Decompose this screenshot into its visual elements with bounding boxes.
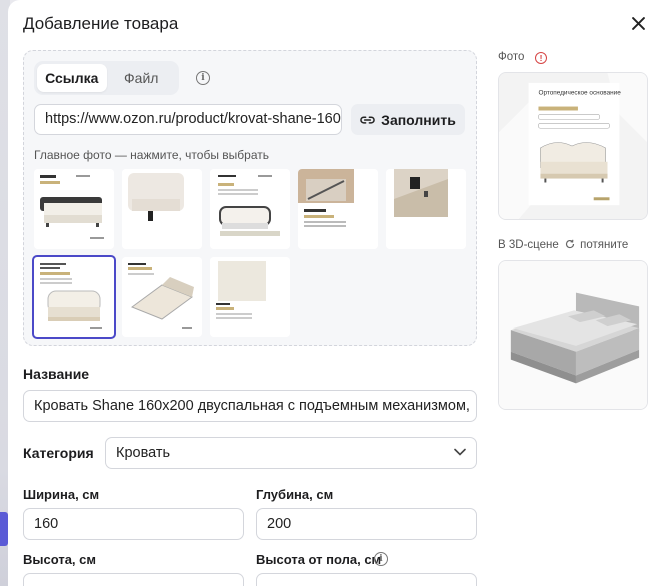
- name-input[interactable]: Кровать Shane 160х200 двуспальная с подъ…: [23, 390, 477, 422]
- 3d-scene-viewer[interactable]: [498, 260, 648, 410]
- depth-input[interactable]: 200: [256, 508, 477, 540]
- close-button[interactable]: [627, 12, 649, 34]
- height-label: Высота, см: [23, 552, 97, 567]
- close-icon: [631, 16, 645, 30]
- preview-heading: Ортопедическое основание: [538, 90, 621, 97]
- modal-title: Добавление товара: [23, 14, 179, 33]
- info-icon[interactable]: i: [374, 552, 388, 566]
- photo-thumbnail[interactable]: [122, 257, 202, 337]
- depth-label: Глубина, см: [256, 487, 334, 502]
- fabric-photo-image: [210, 257, 290, 337]
- photo-label: Фото: [498, 51, 525, 63]
- bed-photo-image: [34, 169, 114, 249]
- tab-file[interactable]: Файл: [107, 64, 177, 92]
- info-icon[interactable]: i: [196, 71, 210, 85]
- alert-icon[interactable]: !: [535, 52, 547, 64]
- add-product-modal: Добавление товара Ссылка Файл i https://…: [8, 0, 667, 586]
- scene-label: В 3D-сцене потяните: [498, 239, 628, 251]
- link-icon: [360, 115, 375, 124]
- tab-link[interactable]: Ссылка: [37, 64, 107, 92]
- category-label: Категория: [23, 445, 94, 461]
- bed-photo-image: [298, 169, 378, 249]
- photo-thumbnail[interactable]: [210, 169, 290, 249]
- photo-thumbnail[interactable]: [298, 169, 378, 249]
- bed-photo-image: [386, 169, 466, 249]
- photo-thumbnail[interactable]: [386, 169, 466, 249]
- name-label: Название: [23, 366, 90, 382]
- bed-photo-image: [34, 257, 114, 337]
- photo-source-panel: Ссылка Файл i https://www.ozon.ru/produc…: [23, 50, 477, 346]
- photo-thumbnail[interactable]: [122, 169, 202, 249]
- main-photo-preview[interactable]: Ортопедическое основание: [498, 72, 648, 220]
- fill-button[interactable]: Заполнить: [351, 104, 465, 135]
- bed-photo-image: [122, 169, 202, 249]
- bed-photo-image: [210, 169, 290, 249]
- category-select[interactable]: Кровать: [105, 437, 477, 469]
- width-label: Ширина, см: [23, 487, 100, 502]
- scene-label-text: В 3D-сцене: [498, 239, 559, 251]
- height-input[interactable]: [23, 573, 244, 586]
- main-photo-hint: Главное фото — нажмите, чтобы выбрать: [34, 148, 269, 162]
- chevron-down-icon: [454, 448, 466, 456]
- fill-button-label: Заполнить: [381, 111, 456, 128]
- product-url-input[interactable]: https://www.ozon.ru/product/krovat-shane…: [34, 104, 342, 135]
- floor-height-label: Высота от пола, см: [256, 552, 382, 567]
- photo-thumbnail[interactable]: [210, 257, 290, 337]
- width-input[interactable]: 160: [23, 508, 244, 540]
- photo-thumbnail[interactable]: [34, 169, 114, 249]
- photo-thumbnail-selected[interactable]: [32, 255, 116, 339]
- scene-hint: потяните: [580, 239, 629, 251]
- backdrop-accent: [0, 512, 8, 546]
- 3d-bed-model: [499, 261, 647, 409]
- bed-photo-image: [122, 257, 202, 337]
- floor-height-input[interactable]: [256, 573, 477, 586]
- category-value: Кровать: [116, 445, 171, 461]
- bed-preview-image: Ортопедическое основание: [499, 73, 647, 219]
- source-tabs: Ссылка Файл: [34, 61, 179, 95]
- rotate-icon: [565, 239, 575, 249]
